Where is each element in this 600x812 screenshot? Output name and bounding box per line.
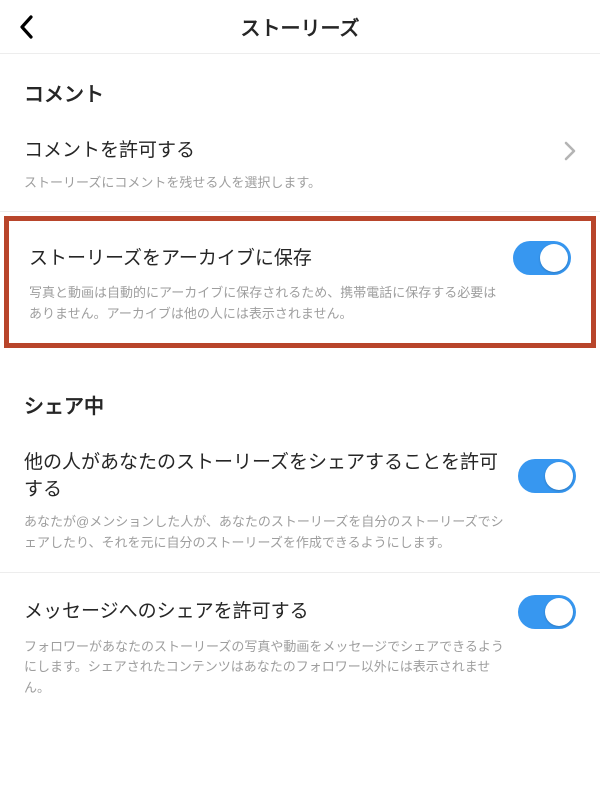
row-label: メッセージへのシェアを許可する [24,598,506,626]
row-label: コメントを許可する [24,137,552,165]
highlighted-setting-archive: ストーリーズをアーカイブに保存 写真と動画は自動的にアーカイブに保存されるため、… [4,216,596,348]
section-header-comments: コメント [0,54,600,115]
section-header-sharing: シェア中 [0,366,600,427]
back-button[interactable] [12,12,42,42]
row-desc: ストーリーズにコメントを残せる人を選択します。 [24,173,576,194]
divider [0,211,600,212]
row-allow-message-share: メッセージへのシェアを許可する フォロワーがあなたのストーリーズの写真や動画をメ… [0,573,600,717]
row-label: ストーリーズをアーカイブに保存 [29,245,501,273]
toggle-save-archive[interactable] [513,241,571,275]
row-allow-comments[interactable]: コメントを許可する ストーリーズにコメントを残せる人を選択します。 [0,115,600,211]
row-desc: あなたが@メンションした人が、あなたのストーリーズを自分のストーリーズでシェアし… [24,512,576,554]
chevron-left-icon [19,15,35,39]
toggle-allow-message-share[interactable] [518,595,576,629]
row-desc: 写真と動画は自動的にアーカイブに保存されるため、携帯電話に保存する必要はありませ… [29,283,571,325]
chevron-right-icon [564,141,576,161]
row-label: 他の人があなたのストーリーズをシェアすることを許可する [24,449,506,504]
row-desc: フォロワーがあなたのストーリーズの写真や動画をメッセージでシェアできるようにしま… [24,637,576,699]
toggle-allow-reshare[interactable] [518,459,576,493]
header: ストーリーズ [0,0,600,54]
page-title: ストーリーズ [241,12,360,41]
row-allow-reshare: 他の人があなたのストーリーズをシェアすることを許可する あなたが@メンションした… [0,427,600,572]
row-save-archive: ストーリーズをアーカイブに保存 写真と動画は自動的にアーカイブに保存されるため、… [9,221,591,343]
